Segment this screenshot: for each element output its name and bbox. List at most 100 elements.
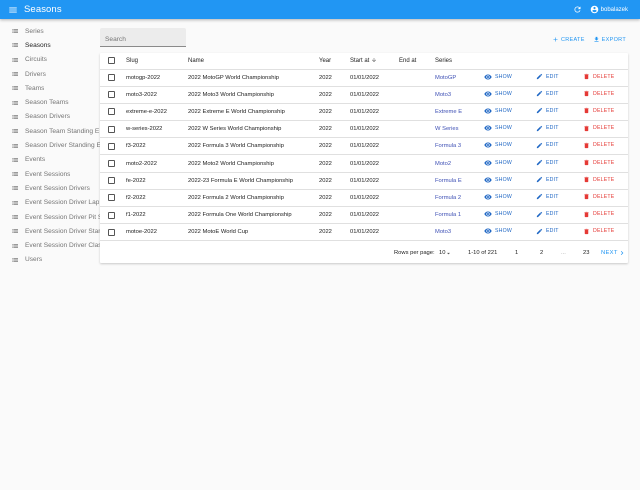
table-row[interactable]: extreme-e-2022 2022 Extreme E World Champ… <box>100 103 628 122</box>
row-checkbox[interactable] <box>108 142 115 150</box>
search-input[interactable] <box>100 30 186 49</box>
table-row[interactable]: f3-2022 2022 Formula 3 World Championship… <box>100 137 628 156</box>
series-link[interactable]: Moto3 <box>435 229 451 235</box>
select-all-checkbox[interactable] <box>108 57 115 65</box>
delete-button[interactable]: DELETE <box>583 90 614 97</box>
series-link[interactable]: MotoGP <box>435 75 456 81</box>
user-menu[interactable]: bobalazek <box>590 5 628 14</box>
delete-button[interactable]: DELETE <box>583 176 614 183</box>
sidebar-item-series[interactable]: Series <box>0 24 100 38</box>
delete-button[interactable]: DELETE <box>583 228 614 235</box>
page-button-23[interactable]: 23 <box>583 250 589 256</box>
search-field[interactable] <box>100 28 186 49</box>
edit-button[interactable]: EDIT <box>536 211 559 218</box>
row-checkbox[interactable] <box>108 194 115 202</box>
sidebar-item-season-drivers[interactable]: Season Drivers <box>0 110 100 124</box>
show-button[interactable]: SHOW <box>484 141 512 149</box>
row-checkbox[interactable] <box>108 125 115 133</box>
delete-label: DELETE <box>593 193 615 200</box>
create-button[interactable]: CREATE <box>552 36 585 43</box>
row-checkbox[interactable] <box>108 177 115 185</box>
series-link[interactable]: Formula 2 <box>435 195 461 201</box>
table-row[interactable]: moto2-2022 2022 Moto2 World Championship 2… <box>100 154 628 173</box>
edit-button[interactable]: EDIT <box>536 107 559 114</box>
table-row[interactable]: fe-2022 2022-23 Formula E World Champions… <box>100 172 628 190</box>
sidebar-item-event-session-drivers[interactable]: Event Session Drivers <box>0 181 100 195</box>
series-link[interactable]: Moto2 <box>435 161 451 167</box>
series-link[interactable]: Formula E <box>435 178 462 184</box>
edit-button[interactable]: EDIT <box>536 90 559 97</box>
table-row[interactable]: w-series-2022 2022 W Series World Champio… <box>100 120 628 139</box>
sidebar-item-season-teams[interactable]: Season Teams <box>0 95 100 109</box>
column-header-start-at[interactable]: Start at <box>350 53 399 70</box>
delete-button[interactable]: DELETE <box>583 107 614 114</box>
sidebar-item-event-session-driver-lap[interactable]: Event Session Driver Lap <box>0 196 100 210</box>
show-button[interactable]: SHOW <box>484 159 512 167</box>
edit-button[interactable]: EDIT <box>536 73 559 80</box>
refresh-button[interactable] <box>571 3 585 17</box>
delete-button[interactable]: DELETE <box>583 125 614 132</box>
row-checkbox[interactable] <box>108 160 115 168</box>
sidebar-item-event-sessions[interactable]: Event Sessions <box>0 167 100 181</box>
sidebar-item-event-session-driver-clas[interactable]: Event Session Driver Clas <box>0 238 100 252</box>
menu-button[interactable] <box>2 0 24 19</box>
show-button[interactable]: SHOW <box>484 107 512 115</box>
edit-button[interactable]: EDIT <box>536 142 559 149</box>
row-checkbox[interactable] <box>108 91 115 99</box>
column-header-series[interactable]: Series <box>435 53 484 70</box>
cell-slug: fe-2022 <box>126 172 188 190</box>
series-link[interactable]: W Series <box>435 126 459 132</box>
row-checkbox[interactable] <box>108 228 115 236</box>
trash-icon <box>584 211 589 217</box>
series-link[interactable]: Formula 1 <box>435 212 461 218</box>
show-button[interactable]: SHOW <box>484 210 512 218</box>
column-header-slug[interactable]: Slug <box>126 53 188 70</box>
row-checkbox[interactable] <box>108 74 115 82</box>
show-button[interactable]: SHOW <box>484 227 512 235</box>
edit-button[interactable]: EDIT <box>536 176 559 183</box>
edit-button[interactable]: EDIT <box>536 159 559 166</box>
table-row[interactable]: f2-2022 2022 Formula 2 World Championship… <box>100 189 628 208</box>
series-link[interactable]: Formula 3 <box>435 143 461 149</box>
show-button[interactable]: SHOW <box>484 73 512 81</box>
column-header-name[interactable]: Name <box>188 53 319 70</box>
delete-button[interactable]: DELETE <box>583 159 614 166</box>
sidebar-item-teams[interactable]: Teams <box>0 81 100 95</box>
series-link[interactable]: Extreme E <box>435 109 462 115</box>
sidebar-item-season-team-standing-e[interactable]: Season Team Standing E <box>0 124 100 138</box>
table-row[interactable]: moto3-2022 2022 Moto3 World Championship 2… <box>100 86 628 104</box>
show-button[interactable]: SHOW <box>484 176 512 184</box>
column-header-year[interactable]: Year <box>319 53 350 70</box>
row-checkbox[interactable] <box>108 211 115 219</box>
delete-button[interactable]: DELETE <box>583 73 614 80</box>
delete-button[interactable]: DELETE <box>583 193 614 200</box>
sidebar-item-drivers[interactable]: Drivers <box>0 67 100 81</box>
next-page-button[interactable]: NEXT <box>601 249 626 257</box>
table-row[interactable]: motogp-2022 2022 MotoGP World Championshi… <box>100 69 628 87</box>
table-row[interactable]: f1-2022 2022 Formula One World Championsh… <box>100 206 628 225</box>
sidebar-item-users[interactable]: Users <box>0 253 100 267</box>
sidebar-item-event-session-driver-stan[interactable]: Event Session Driver Stan <box>0 224 100 238</box>
show-label: SHOW <box>495 90 512 97</box>
sidebar-item-events[interactable]: Events <box>0 153 100 167</box>
rows-per-page-select[interactable]: 10 <box>439 250 452 257</box>
export-button[interactable]: EXPORT <box>593 36 626 43</box>
sidebar-item-circuits[interactable]: Circuits <box>0 53 100 67</box>
show-button[interactable]: SHOW <box>484 193 512 201</box>
sidebar-item-event-session-driver-pit-s[interactable]: Event Session Driver Pit S <box>0 210 100 224</box>
edit-button[interactable]: EDIT <box>536 193 559 200</box>
page-button-2[interactable]: 2 <box>540 250 543 256</box>
series-link[interactable]: Moto3 <box>435 92 451 98</box>
show-button[interactable]: SHOW <box>484 90 512 98</box>
edit-button[interactable]: EDIT <box>536 125 559 132</box>
sidebar-item-season-driver-standing-e[interactable]: Season Driver Standing E <box>0 138 100 152</box>
row-checkbox[interactable] <box>108 108 115 116</box>
delete-button[interactable]: DELETE <box>583 142 614 149</box>
page-button-1[interactable]: 1 <box>515 250 518 256</box>
show-button[interactable]: SHOW <box>484 124 512 132</box>
sidebar-item-seasons[interactable]: Seasons <box>0 38 100 52</box>
table-row[interactable]: motoe-2022 2022 MotoE World Cup 2022 01/01/… <box>100 223 628 242</box>
edit-button[interactable]: EDIT <box>536 228 559 235</box>
delete-button[interactable]: DELETE <box>583 211 614 218</box>
column-header-end-at[interactable]: End at <box>399 53 435 70</box>
